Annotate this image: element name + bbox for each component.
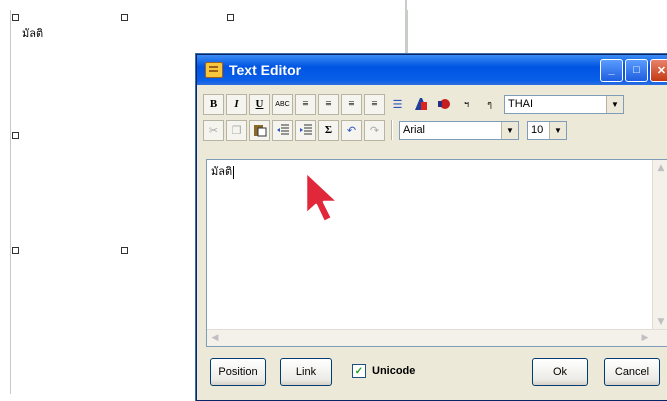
chevron-down-icon: ▼ [549, 121, 566, 139]
selection-handle[interactable] [12, 132, 19, 139]
selection-handle[interactable] [121, 247, 128, 254]
paste-icon[interactable] [249, 119, 270, 141]
editor-content: มัลติ [211, 165, 235, 179]
font-select[interactable]: Arial ▼ [399, 120, 519, 140]
align-center-button[interactable]: ≡ [318, 93, 339, 115]
redo-button[interactable]: ↷ [364, 119, 385, 141]
chevron-down-icon: ▼ [606, 95, 623, 113]
cancel-button[interactable]: Cancel [604, 358, 660, 386]
sigma-button[interactable]: Σ [318, 119, 339, 141]
justify-button[interactable]: ≡ [364, 93, 385, 115]
scroll-up-icon[interactable]: ▲ [653, 160, 667, 176]
italic-button[interactable]: I [226, 93, 247, 115]
dialog-titlebar[interactable]: Text Editor _ □ ✕ [197, 55, 667, 85]
unicode-label: Unicode [372, 365, 416, 377]
bullet-list-button[interactable]: ☰ [387, 94, 408, 115]
canvas-divider [405, 0, 407, 55]
vertical-scrollbar[interactable]: ▲ ▼ [652, 160, 667, 346]
selection-handle[interactable] [12, 14, 19, 21]
thai-char-button-2[interactable]: ๆ [479, 94, 500, 115]
selection-handle[interactable] [227, 14, 234, 21]
cut-icon[interactable]: ✂ [203, 119, 224, 141]
mouse-pointer-icon [302, 170, 342, 230]
scroll-left-icon[interactable]: ◀ [207, 330, 223, 346]
dialog-footer: Position Link ✓ Unicode Ok Cancel [206, 355, 667, 389]
language-select-value: THAI [508, 98, 534, 110]
toolbar-separator [391, 120, 393, 140]
font-size-value: 10 [531, 124, 544, 136]
close-button[interactable]: ✕ [650, 58, 667, 82]
scroll-right-icon[interactable]: ▶ [637, 330, 653, 346]
thai-char-button-1[interactable]: ฯ [456, 94, 477, 115]
font-color-icon[interactable] [410, 94, 431, 115]
minimize-button[interactable]: _ [600, 58, 623, 82]
link-button[interactable]: Link [280, 358, 332, 386]
text-editor-area[interactable]: มัลติ ▲ ▼ ◀ ▶ [206, 159, 667, 347]
dialog-title: Text Editor [229, 62, 302, 78]
outdent-icon[interactable] [272, 119, 293, 141]
format-toolbar: B I U ABC ≡ ≡ ≡ ≡ ☰ ฯ ๆ THAI ▼ [203, 91, 624, 117]
align-right-button[interactable]: ≡ [341, 93, 362, 115]
undo-button[interactable]: ↶ [341, 119, 362, 141]
position-button[interactable]: Position [210, 358, 266, 386]
scroll-down-icon[interactable]: ▼ [653, 314, 667, 330]
horizontal-scrollbar[interactable]: ◀ ▶ [207, 329, 667, 346]
canvas-label: มัลติ [22, 27, 44, 40]
spellcheck-button[interactable]: ABC [272, 93, 293, 115]
maximize-button[interactable]: □ [625, 58, 648, 82]
highlight-color-icon[interactable] [433, 94, 454, 115]
selection-handle[interactable] [121, 14, 128, 21]
bold-button[interactable]: B [203, 93, 224, 115]
text-editor-dialog: Text Editor _ □ ✕ B I U ABC ≡ ≡ ≡ ≡ ☰ ฯ … [196, 54, 667, 401]
copy-icon[interactable]: ❐ [226, 119, 247, 141]
language-select[interactable]: THAI ▼ [504, 94, 624, 114]
chevron-down-icon: ▼ [501, 121, 518, 139]
selection-handle[interactable] [12, 247, 19, 254]
ok-button[interactable]: Ok [532, 358, 588, 386]
edit-toolbar: ✂ ❐ Σ ↶ ↷ Arial ▼ 10 ▼ [203, 117, 567, 143]
font-select-value: Arial [403, 124, 426, 136]
check-icon: ✓ [352, 364, 366, 378]
editor-app-icon [205, 62, 223, 78]
underline-button[interactable]: U [249, 93, 270, 115]
font-size-select[interactable]: 10 ▼ [527, 120, 567, 140]
indent-icon[interactable] [295, 119, 316, 141]
align-left-button[interactable]: ≡ [295, 93, 316, 115]
unicode-checkbox[interactable]: ✓ Unicode [352, 364, 415, 378]
